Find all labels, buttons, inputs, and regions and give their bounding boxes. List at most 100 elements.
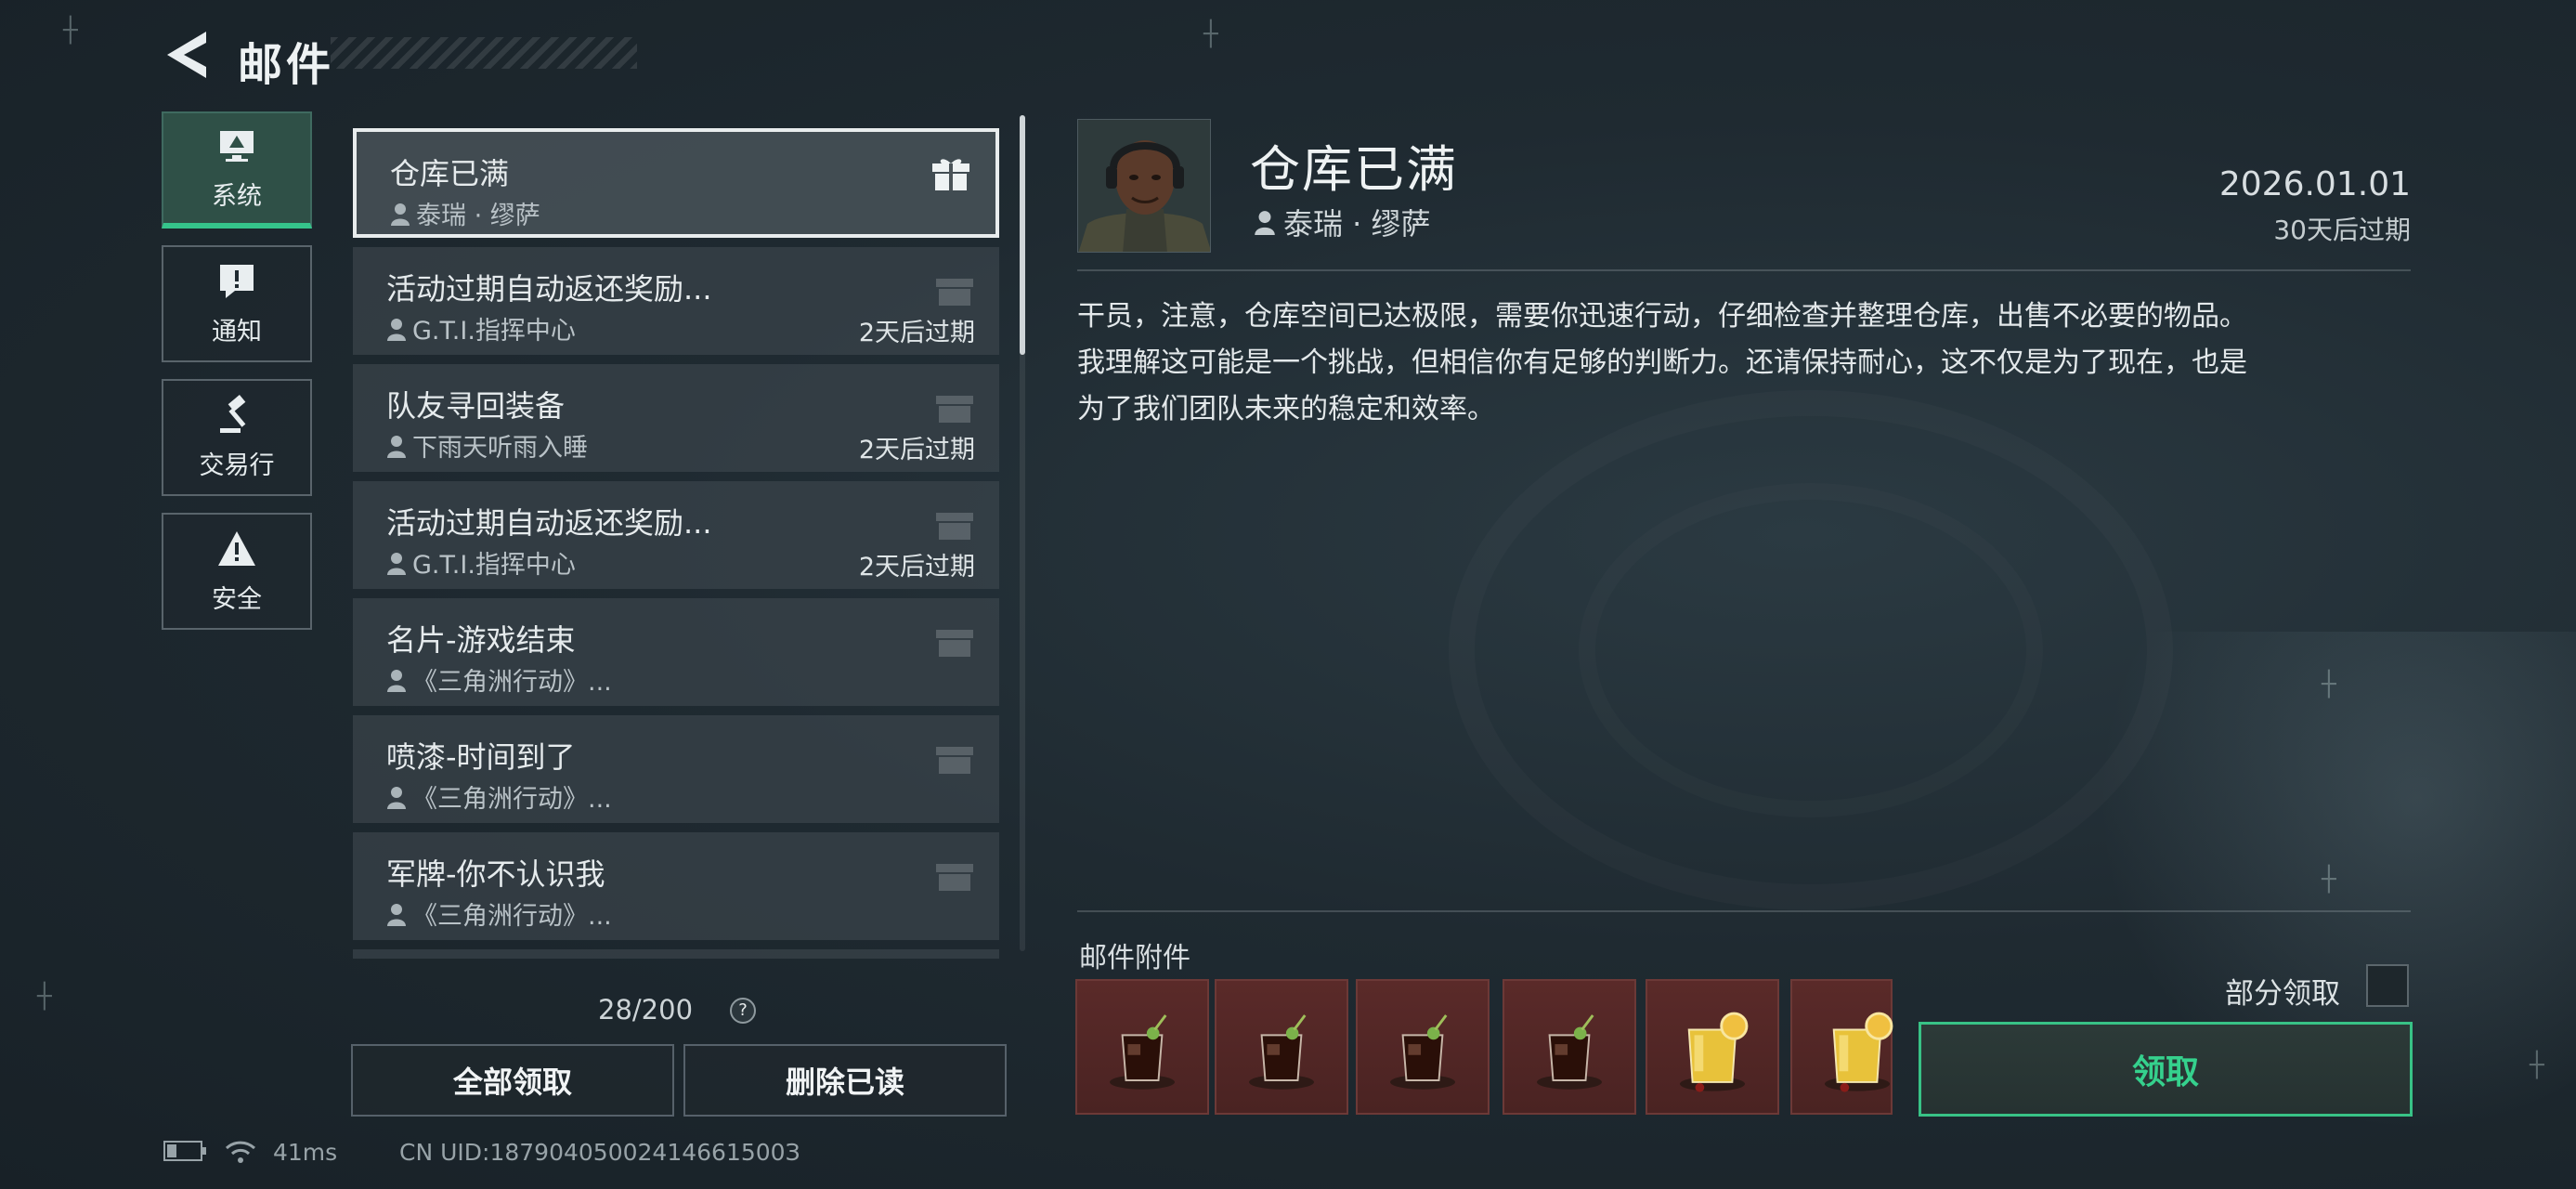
- cola-drink-icon: [1537, 1014, 1602, 1090]
- mail-sender-name: G.T.I.指挥中心: [412, 317, 576, 346]
- category-label: 通知: [212, 317, 262, 346]
- battery-icon: [163, 1139, 208, 1169]
- mail-body-line: 我理解这可能是一个挑战，但相信你有足够的判断力。还请保持耐心，这不仅是为了现在，…: [1077, 346, 2247, 379]
- attachment-item[interactable]: [1503, 979, 1636, 1115]
- mail-detail-sender: 泰瑞 · 缪萨: [1254, 201, 1431, 243]
- gift-icon: [936, 513, 973, 540]
- mail-item-partial: [353, 949, 999, 959]
- monitor-icon: [220, 130, 254, 162]
- user-uid: CN UID:18790405002414661500З: [399, 1139, 800, 1166]
- title-stripe: [331, 37, 637, 69]
- mail-subject: 队友寻回装备: [386, 388, 566, 424]
- sender-portrait: [1077, 119, 1211, 253]
- alert-message-icon: [220, 264, 254, 298]
- mail-sender: 《三角洲行动》...: [386, 778, 612, 815]
- mail-body: 干员，注意，仓库空间已达极限，需要你迅速行动，仔细检查并整理仓库，出售不必要的物…: [1077, 294, 2414, 433]
- gift-icon: [936, 747, 973, 774]
- latency: 41ms: [273, 1139, 338, 1166]
- attachment-item[interactable]: [1215, 979, 1348, 1115]
- attachments-label: 邮件附件: [1079, 942, 1190, 974]
- gift-icon: [936, 279, 973, 306]
- mail-sender: G.T.I.指挥中心: [386, 310, 576, 346]
- person-icon: [387, 786, 406, 809]
- gift-icon: [936, 396, 973, 423]
- mail-sender: 《三角洲行动》...: [386, 895, 612, 932]
- mail-subject: 仓库已满: [390, 156, 510, 191]
- claim-all-button[interactable]: 全部领取: [351, 1044, 674, 1117]
- mail-sender-name: 《三角洲行动》...: [412, 668, 612, 697]
- mail-detail-date: 2026.01.01: [2218, 165, 2411, 203]
- decor-cross: ┼: [37, 983, 52, 1011]
- decor-cross: ┼: [1203, 20, 1218, 48]
- mail-subject: 军牌-你不认识我: [386, 856, 605, 892]
- cola-drink-icon: [1110, 1014, 1175, 1090]
- partial-claim-label: 部分领取: [2225, 977, 2340, 1011]
- decor-cross: ┼: [2530, 1052, 2544, 1079]
- mail-list: 仓库已满 泰瑞 · 缪萨 活动过期自动返还奖励... G.T.I.指挥中心 2天…: [353, 126, 999, 959]
- mail-subject: 活动过期自动返还奖励...: [386, 271, 712, 307]
- mail-body-line: 干员，注意，仓库空间已达极限，需要你迅速行动，仔细检查并整理仓库，出售不必要的物…: [1077, 300, 2247, 333]
- back-button[interactable]: [163, 30, 210, 80]
- category-security[interactable]: 安全: [162, 513, 312, 630]
- attachment-item[interactable]: [1075, 979, 1209, 1115]
- attachment-item[interactable]: [1356, 979, 1490, 1115]
- person-icon: [387, 552, 406, 575]
- person-icon: [387, 318, 406, 341]
- person-icon: [387, 435, 406, 458]
- category-system[interactable]: 系统: [162, 111, 312, 229]
- mail-expire: 2天后过期: [858, 436, 975, 464]
- mail-detail-expire: 30天后过期: [2273, 215, 2411, 245]
- mail-sender-name: 下雨天听雨入睡: [412, 434, 588, 463]
- mail-item[interactable]: 队友寻回装备 下雨天听雨入睡 2天后过期: [353, 364, 999, 472]
- person-icon: [391, 203, 410, 226]
- category-label: 安全: [212, 584, 262, 614]
- mail-item[interactable]: 喷漆-时间到了 《三角洲行动》...: [353, 715, 999, 823]
- mail-count: 28/200: [598, 994, 694, 1026]
- mail-item[interactable]: 名片-游戏结束 《三角洲行动》...: [353, 598, 999, 706]
- lemon-drink-icon: [1680, 1012, 1749, 1092]
- mail-item[interactable]: 军牌-你不认识我 《三角洲行动》...: [353, 832, 999, 940]
- mail-item[interactable]: 活动过期自动返还奖励... G.T.I.指挥中心 2天后过期: [353, 481, 999, 589]
- attachment-item[interactable]: [1790, 979, 1893, 1115]
- gavel-icon: [220, 394, 246, 433]
- category-label: 交易行: [199, 451, 275, 480]
- lemon-drink-icon: [1825, 1012, 1893, 1092]
- mail-sender-name: 泰瑞 · 缪萨: [416, 202, 540, 230]
- gift-icon: [936, 864, 973, 891]
- partial-claim-checkbox[interactable]: [2366, 964, 2409, 1007]
- category-notice[interactable]: 通知: [162, 245, 312, 362]
- cola-drink-icon: [1390, 1014, 1455, 1090]
- category-trade[interactable]: 交易行: [162, 379, 312, 496]
- mail-item-selected[interactable]: 仓库已满 泰瑞 · 缪萨: [353, 128, 999, 238]
- warning-icon: [218, 530, 255, 566]
- mail-detail-title: 仓库已满: [1250, 140, 1458, 199]
- mail-detail-sender-name: 泰瑞 · 缪萨: [1283, 206, 1431, 242]
- mail-sender-name: 《三角洲行动》...: [412, 785, 612, 814]
- mail-expire: 2天后过期: [858, 553, 975, 581]
- mail-sender: G.T.I.指挥中心: [386, 544, 576, 581]
- attachment-item[interactable]: [1646, 979, 1779, 1115]
- decor-cross: ┼: [63, 17, 78, 45]
- scrollbar-thumb[interactable]: [1020, 115, 1025, 355]
- delete-read-button[interactable]: 删除已读: [683, 1044, 1007, 1117]
- back-arrow-icon: [167, 32, 206, 78]
- gift-icon: [936, 630, 973, 657]
- mail-sender: 下雨天听雨入睡: [386, 427, 588, 464]
- mail-body-line: 为了我们团队未来的稳定和效率。: [1077, 393, 1495, 425]
- help-icon[interactable]: ?: [730, 998, 756, 1024]
- mail-sender-name: G.T.I.指挥中心: [412, 551, 576, 580]
- mail-sender: 泰瑞 · 缪萨: [390, 195, 540, 231]
- person-icon: [1255, 211, 1275, 235]
- mail-expire: 2天后过期: [858, 319, 975, 347]
- mail-sender-name: 《三角洲行动》...: [412, 902, 612, 931]
- gift-icon: [932, 159, 969, 190]
- person-icon: [387, 669, 406, 692]
- claim-button[interactable]: 领取: [1919, 1022, 2413, 1117]
- mail-subject: 喷漆-时间到了: [386, 739, 576, 775]
- mail-item[interactable]: 活动过期自动返还奖励... G.T.I.指挥中心 2天后过期: [353, 247, 999, 355]
- mail-subject: 名片-游戏结束: [386, 622, 576, 658]
- detail-divider: [1077, 269, 2411, 271]
- page-title: 邮件: [238, 39, 335, 91]
- cola-drink-icon: [1249, 1014, 1314, 1090]
- mail-subject: 活动过期自动返还奖励...: [386, 505, 712, 541]
